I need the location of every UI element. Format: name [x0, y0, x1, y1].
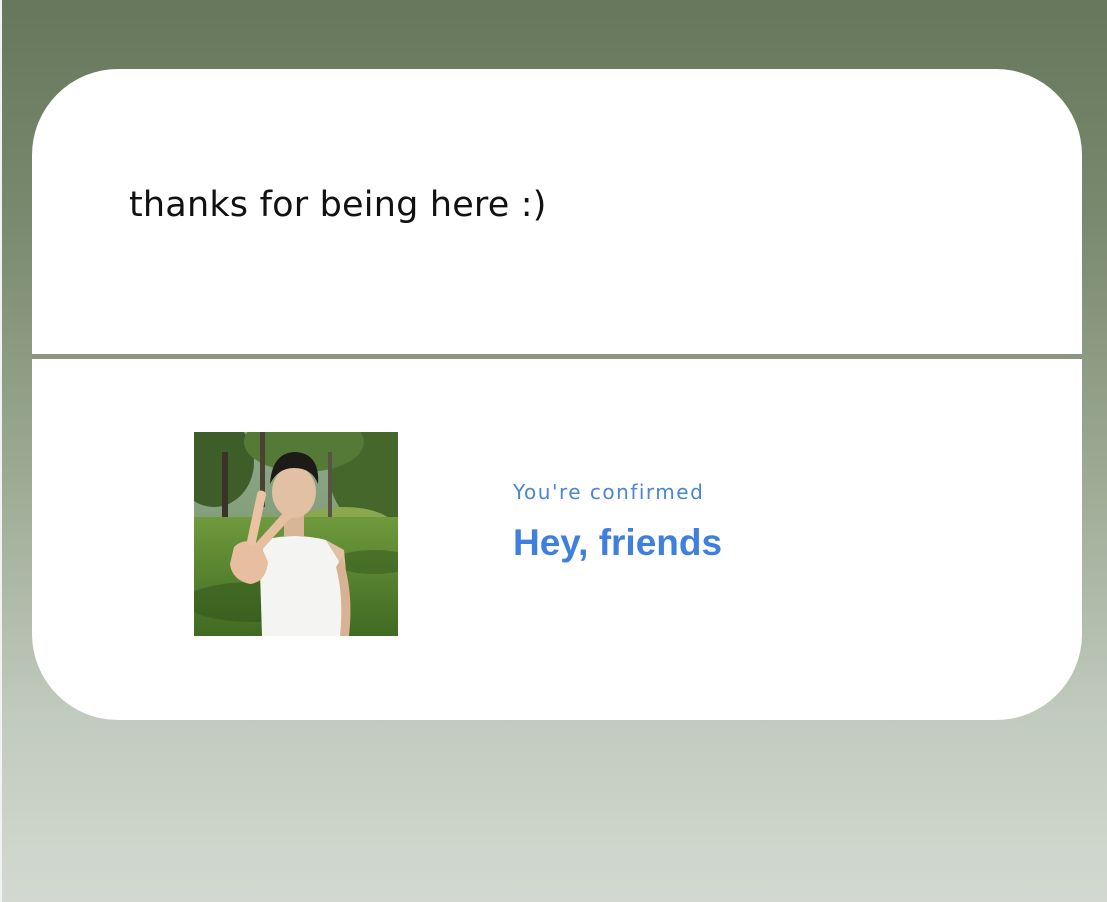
- confirmation-title[interactable]: Hey, friends: [513, 522, 722, 564]
- screen-left-edge: [0, 0, 2, 902]
- message-text: thanks for being here :): [129, 185, 547, 225]
- confirmation-section[interactable]: You're confirmed Hey, friends: [32, 359, 1082, 720]
- confirmation-subtitle: You're confirmed: [513, 480, 705, 504]
- message-section: thanks for being here :): [32, 69, 1082, 354]
- profile-photo[interactable]: [194, 432, 398, 636]
- message-card: thanks for being here :) You're confirme…: [32, 69, 1082, 720]
